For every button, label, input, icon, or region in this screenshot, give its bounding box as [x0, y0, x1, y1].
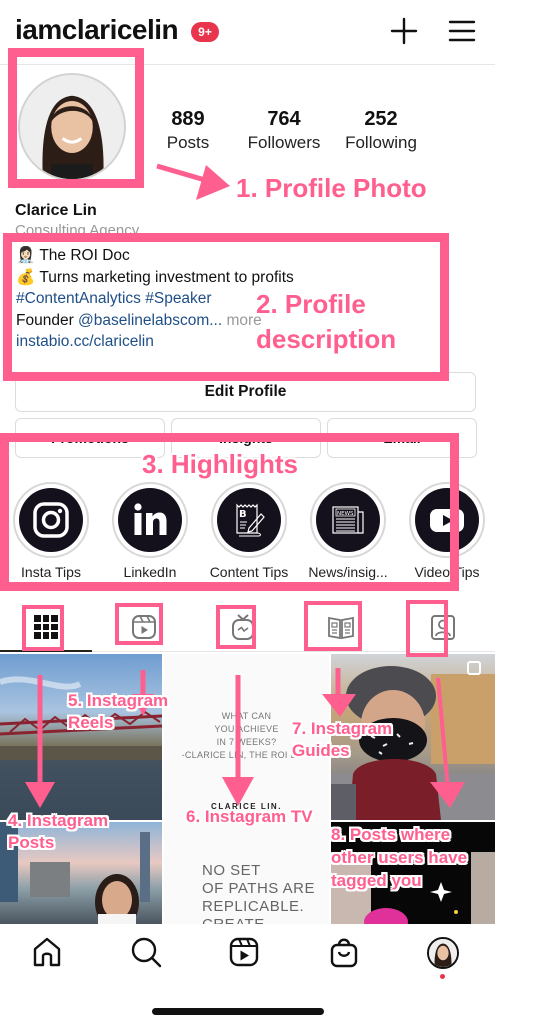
- stat-followers-label: Followers: [247, 133, 321, 152]
- annotation-label-tagged-1: 8. Posts where: [331, 825, 451, 844]
- reels-icon: [229, 937, 259, 967]
- stat-following-label: Following: [345, 133, 417, 152]
- annotation-label-igtv: 6. Instagram TV: [186, 807, 313, 826]
- nav-shop[interactable]: [327, 935, 361, 969]
- annotation-label-posts-2: Posts: [8, 833, 55, 852]
- igtv-big-line: REPLICABLE.: [202, 898, 305, 915]
- stat-followers[interactable]: 764 Followers: [234, 108, 334, 153]
- menu-icon[interactable]: [445, 14, 479, 48]
- profile-avatar: [429, 939, 457, 967]
- shopping-bag-icon: [330, 938, 358, 968]
- home-icon: [33, 937, 61, 967]
- annotation-label-reels-1: 5. Instagram: [68, 691, 169, 710]
- annotation-label-description-2: description: [256, 324, 397, 354]
- annotation-box-tab-igtv: [216, 605, 256, 649]
- profile-username[interactable]: iamclaricelin: [15, 14, 179, 46]
- profile-name: Clarice Lin: [15, 202, 97, 219]
- notification-badge[interactable]: 9+: [191, 22, 219, 42]
- profile-activity-dot: [440, 974, 445, 979]
- grid-post-bridge[interactable]: [0, 654, 162, 820]
- stat-following[interactable]: 252 Following: [331, 108, 431, 153]
- annotation-label-tagged-2: other users have: [331, 848, 468, 867]
- plus-icon[interactable]: [387, 14, 421, 48]
- nav-profile[interactable]: [427, 937, 459, 969]
- annotation-label-reels-2: Reels: [68, 713, 114, 732]
- annotation-label-profile-photo: 1. Profile Photo: [236, 173, 427, 203]
- annotation-label-description-1: 2. Profile: [256, 289, 366, 319]
- stat-posts-value: 889: [171, 108, 205, 130]
- annotation-label-guides-2: Guides: [292, 741, 350, 760]
- stat-posts-label: Posts: [166, 133, 210, 152]
- annotation-box-tab-tagged: [406, 600, 448, 657]
- igtv-big-line: OF PATHS ARE: [202, 880, 315, 897]
- stat-followers-value: 764: [267, 108, 301, 130]
- stat-following-value: 252: [364, 108, 398, 130]
- grid-post-igtv-quote[interactable]: WHAT CAN YOU ACHIEVE IN 7 WEEKS? -CLARIC…: [164, 654, 329, 924]
- igtv-big-line: NO SET: [202, 862, 261, 879]
- igtv-big-line: CREATE: [202, 916, 315, 924]
- nav-reels[interactable]: [227, 935, 261, 969]
- annotation-box-tab-reels: [115, 603, 163, 645]
- annotation-box-profile-description: [3, 233, 449, 381]
- nav-home[interactable]: [30, 935, 64, 969]
- post-image-bridge: [0, 676, 162, 820]
- annotation-label-highlights: 3. Highlights: [142, 449, 298, 479]
- annotation-label-posts-1: 4. Instagram: [8, 811, 109, 830]
- stat-posts[interactable]: 889 Posts: [138, 108, 238, 153]
- home-indicator: [152, 1008, 324, 1015]
- nav-search[interactable]: [129, 935, 163, 969]
- annotation-label-tagged-3: tagged you: [331, 871, 422, 890]
- annotation-box-tab-posts: [22, 605, 64, 651]
- multi-photo-icon: [467, 661, 481, 675]
- annotation-label-guides-1: 7. Instagram: [292, 719, 393, 738]
- search-icon: [131, 937, 162, 968]
- annotation-box-tab-guides: [304, 601, 362, 651]
- annotation-box-profile-photo: [8, 48, 144, 188]
